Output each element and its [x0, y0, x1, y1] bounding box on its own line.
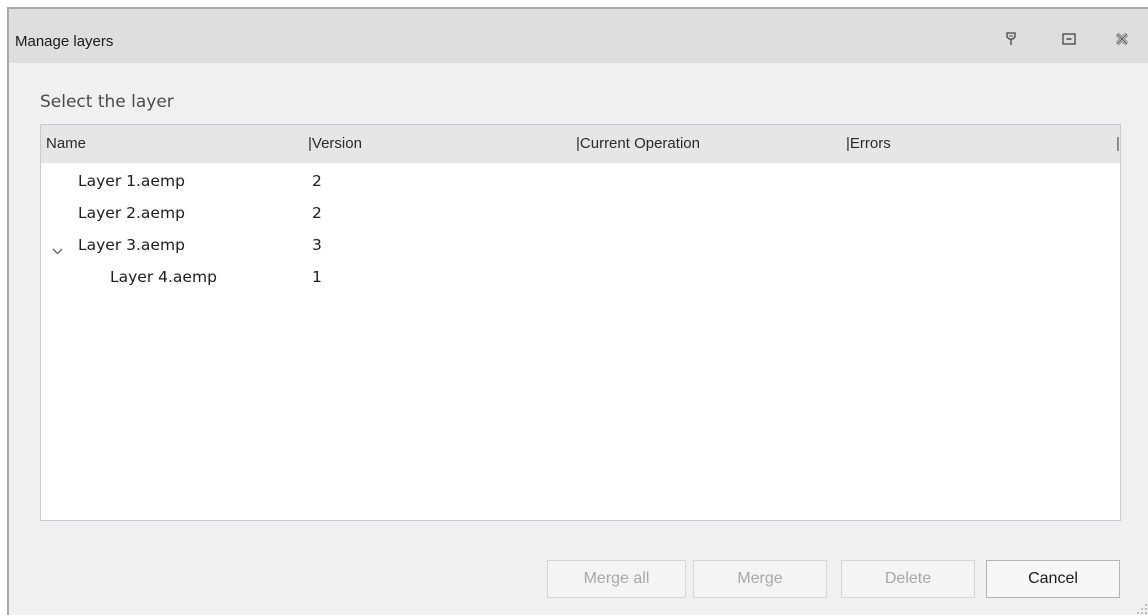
column-header-version[interactable]: |Version — [308, 135, 362, 152]
layer-name: Layer 1.aemp — [78, 172, 185, 190]
tree-row[interactable]: Layer 1.aemp 2 — [41, 165, 1120, 197]
manage-layers-dialog: Manage layers Select the layer Name |Ver… — [7, 7, 1148, 615]
layer-name: Layer 3.aemp — [78, 236, 185, 254]
resize-grip-icon[interactable] — [1136, 603, 1148, 615]
layer-version: 3 — [312, 236, 322, 254]
layer-version: 2 — [312, 204, 322, 222]
tree-row[interactable]: Layer 2.aemp 2 — [41, 197, 1120, 229]
delete-button[interactable]: Delete — [841, 560, 975, 598]
pin-icon — [1006, 32, 1016, 45]
column-header-end-separator: | — [1116, 135, 1120, 152]
merge-button[interactable]: Merge — [693, 560, 827, 598]
pin-button[interactable] — [997, 25, 1025, 53]
layers-tree[interactable]: Name |Version |Current Operation |Errors… — [40, 124, 1121, 521]
column-header-current-operation[interactable]: |Current Operation — [576, 135, 700, 152]
layer-version: 1 — [312, 268, 322, 286]
layer-name: Layer 4.aemp — [110, 268, 217, 286]
column-header-name[interactable]: Name — [46, 135, 86, 152]
restore-icon — [1062, 33, 1076, 45]
tree-header: Name |Version |Current Operation |Errors… — [41, 125, 1120, 163]
close-button[interactable] — [1108, 25, 1136, 53]
dialog-title: Manage layers — [15, 33, 114, 50]
dialog-content: Select the layer Name |Version |Current … — [9, 63, 1148, 615]
close-icon — [1115, 32, 1129, 46]
layer-version: 2 — [312, 172, 322, 190]
select-layer-label: Select the layer — [40, 92, 174, 112]
tree-row[interactable]: Layer 3.aemp 3 — [41, 229, 1120, 261]
tree-row[interactable]: Layer 4.aemp 1 — [41, 261, 1120, 293]
restore-button[interactable] — [1055, 25, 1083, 53]
title-bar[interactable]: Manage layers — [9, 9, 1148, 63]
cancel-button[interactable]: Cancel — [986, 560, 1120, 598]
column-header-errors[interactable]: |Errors — [846, 135, 891, 152]
merge-all-button[interactable]: Merge all — [547, 560, 686, 598]
layer-name: Layer 2.aemp — [78, 204, 185, 222]
chevron-down-icon[interactable] — [52, 241, 63, 259]
